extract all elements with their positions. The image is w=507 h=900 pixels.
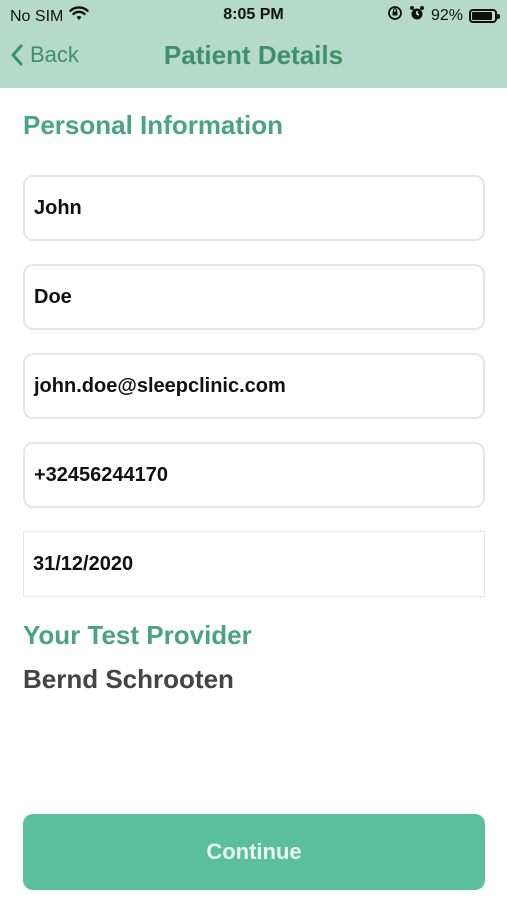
first-name-field[interactable]: John (23, 175, 485, 241)
continue-label: Continue (206, 839, 302, 864)
last-name-value: Doe (34, 285, 72, 308)
status-bar: No SIM 8:05 PM 92% (0, 0, 507, 32)
status-right: 92% (387, 5, 500, 26)
alarm-icon (409, 5, 425, 26)
test-provider-name: Bernd Schrooten (23, 664, 234, 694)
last-name-field[interactable]: Doe (23, 264, 485, 330)
test-provider-heading: Your Test Provider (23, 620, 252, 650)
battery-percent: 92% (430, 6, 463, 24)
top-bar: No SIM 8:05 PM 92% Back Patient Details (0, 0, 507, 88)
phone-field[interactable]: +32456244170 (23, 442, 485, 508)
orientation-lock-icon (387, 5, 403, 26)
continue-button[interactable]: Continue (23, 814, 485, 890)
email-value: john.doe@sleepclinic.com (34, 374, 286, 397)
first-name-value: John (34, 196, 82, 219)
battery-fill (472, 11, 493, 20)
phone-value: +32456244170 (34, 463, 169, 486)
birthdate-field[interactable]: 31/12/2020 (23, 531, 485, 597)
email-field[interactable]: john.doe@sleepclinic.com (23, 353, 485, 419)
page-title: Patient Details (163, 40, 344, 70)
battery-icon (469, 8, 500, 23)
navigation-bar: Back Patient Details (0, 34, 507, 84)
birthdate-value: 31/12/2020 (33, 552, 134, 575)
personal-information-heading: Personal Information (23, 110, 284, 140)
